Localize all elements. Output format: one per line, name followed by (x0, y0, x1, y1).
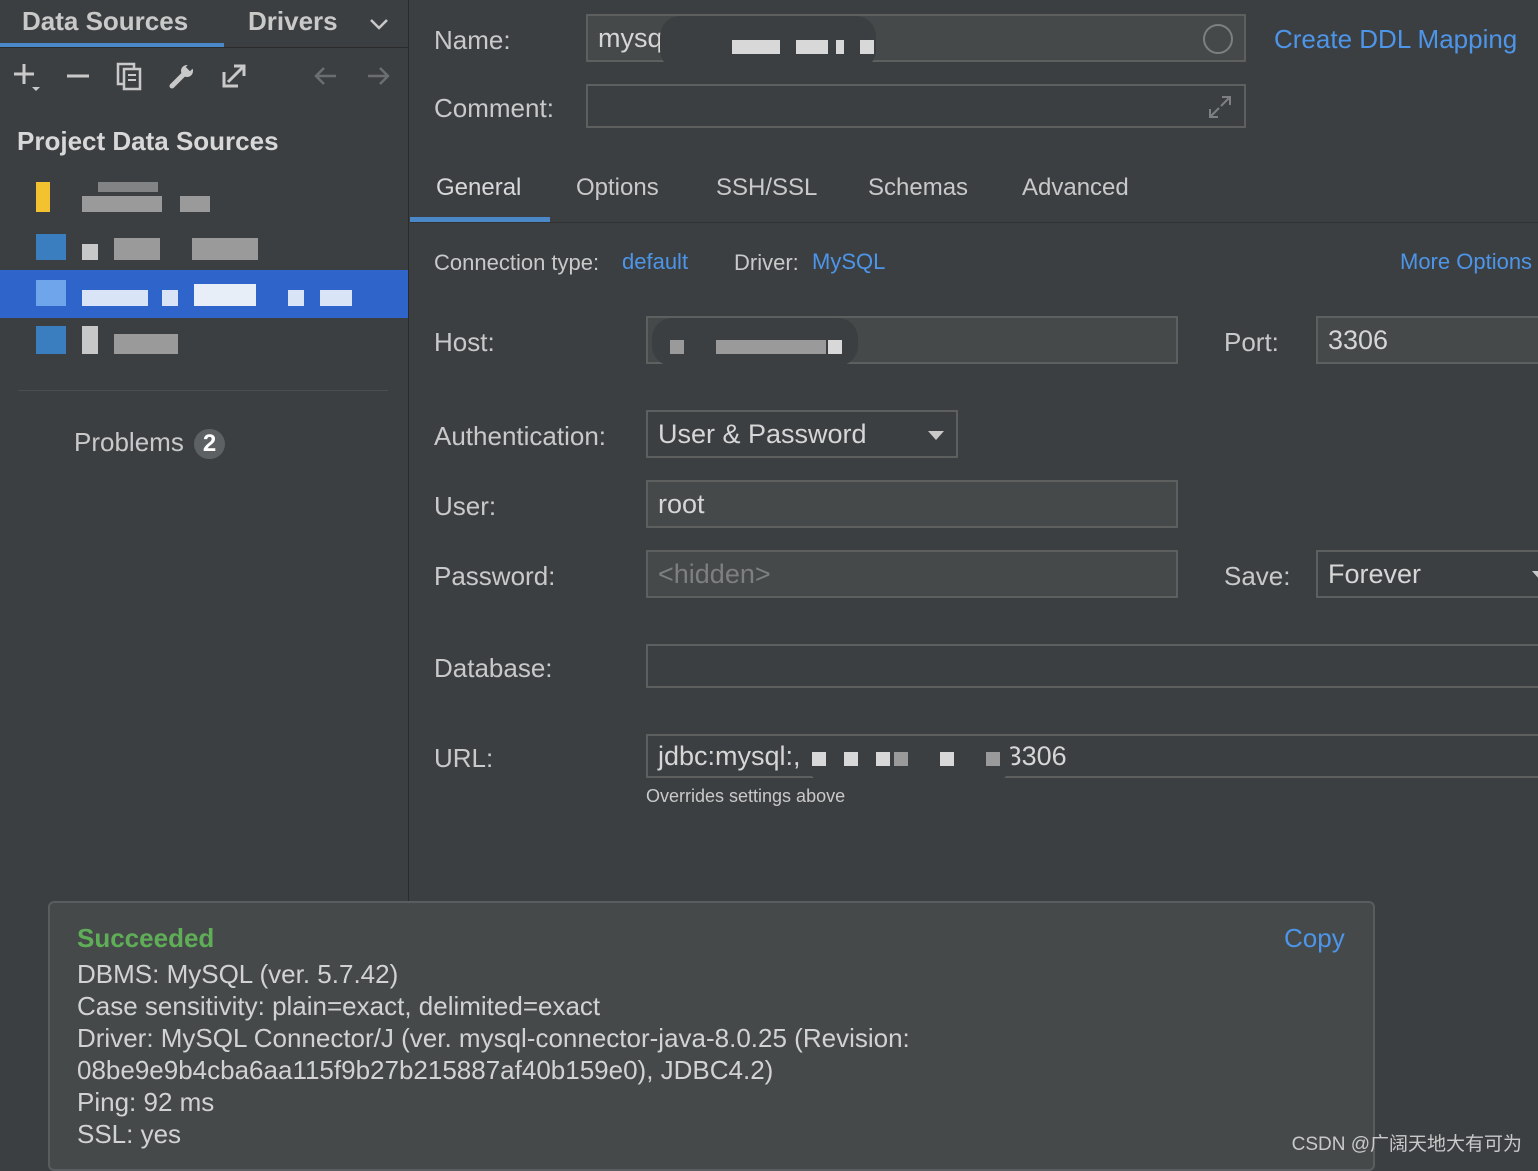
datasource-icon (36, 326, 66, 354)
back-arrow-icon[interactable] (310, 60, 342, 92)
authentication-dropdown[interactable]: User & Password (646, 410, 958, 458)
tree-item[interactable] (0, 320, 408, 368)
url-label: URL: (434, 743, 494, 773)
url-hint: Overrides settings above (646, 786, 846, 806)
datasource-icon (36, 234, 66, 260)
driver-link[interactable]: MySQL (812, 249, 885, 275)
redacted-text (806, 736, 1012, 782)
divider (410, 222, 1538, 223)
password-label: Password: (434, 561, 556, 591)
authentication-value: User & Password (658, 418, 867, 449)
wrench-icon[interactable] (166, 60, 198, 92)
tree-item[interactable] (0, 224, 408, 272)
copy-link[interactable]: Copy (1284, 923, 1345, 954)
comment-field[interactable] (586, 84, 1246, 128)
database-field[interactable] (646, 644, 1538, 688)
redacted-text (652, 318, 858, 366)
datasource-icon (36, 182, 50, 212)
test-connection-result-popup: Succeeded Copy DBMS: MySQL (ver. 5.7.42)… (48, 901, 1375, 1171)
result-line: SSL: yes (77, 1119, 182, 1149)
tree-item-selected[interactable] (0, 270, 408, 318)
port-value: 3306 (1328, 324, 1389, 355)
problems-label: Problems (74, 427, 184, 457)
color-picker-icon[interactable] (1203, 24, 1233, 54)
result-line: Ping: 92 ms (77, 1087, 215, 1117)
host-label: Host: (434, 327, 495, 357)
chevron-down-icon[interactable] (367, 12, 391, 36)
more-options-link[interactable]: More Options (1400, 249, 1532, 275)
problems-count-badge: 2 (193, 429, 226, 459)
authentication-label: Authentication: (434, 421, 607, 451)
driver-label: Driver: (734, 250, 799, 275)
tab-general[interactable]: General (436, 174, 521, 202)
remove-icon[interactable] (62, 60, 94, 92)
connection-type-label: Connection type: (434, 250, 600, 275)
duplicate-icon[interactable] (114, 60, 146, 92)
tab-options[interactable]: Options (576, 174, 659, 202)
password-placeholder: <hidden> (658, 558, 771, 589)
save-value: Forever (1328, 558, 1422, 589)
connection-type-link[interactable]: default (622, 249, 688, 275)
watermark: CSDN @广阔天地大有可为 (1291, 1134, 1522, 1155)
dropdown-arrow-icon (928, 431, 944, 440)
name-value: mysq (598, 22, 663, 53)
password-field[interactable]: <hidden> (646, 550, 1178, 598)
user-label: User: (434, 491, 497, 521)
divider (18, 390, 388, 391)
url-prefix: jdbc:mysql:, (658, 740, 801, 771)
divider (0, 47, 408, 48)
result-line: Case sensitivity: plain=exact, delimited… (77, 991, 601, 1021)
comment-label: Comment: (434, 93, 554, 123)
result-line: DBMS: MySQL (ver. 5.7.42) (77, 959, 399, 989)
create-ddl-mapping-link[interactable]: Create DDL Mapping (1274, 24, 1517, 55)
save-dropdown[interactable]: Forever (1316, 550, 1538, 598)
forward-arrow-icon[interactable] (362, 60, 394, 92)
result-title: Succeeded (77, 923, 215, 953)
result-line: 08be9e9b4cba6aa115f9b27b215887af40b159e0… (77, 1055, 774, 1085)
database-label: Database: (434, 653, 553, 683)
jump-to-source-icon[interactable] (218, 60, 250, 92)
tab-ssh-ssl[interactable]: SSH/SSL (716, 174, 817, 202)
port-label: Port: (1224, 327, 1279, 357)
url-field[interactable]: jdbc:mysql:, 3306 (646, 734, 1538, 778)
port-field[interactable]: 3306 (1316, 316, 1538, 364)
url-suffix: 3306 (1006, 740, 1067, 771)
problems-link[interactable]: Problems 2 (74, 427, 226, 459)
dropdown-arrow-icon (1532, 571, 1538, 580)
user-field[interactable]: root (646, 480, 1178, 528)
tree-item[interactable] (0, 172, 408, 220)
result-line: Driver: MySQL Connector/J (ver. mysql-co… (77, 1023, 910, 1053)
user-value: root (658, 488, 705, 519)
tab-schemas[interactable]: Schemas (868, 174, 968, 202)
expand-icon[interactable] (1207, 94, 1233, 120)
datasource-icon (36, 280, 66, 306)
redacted-text (660, 16, 876, 70)
tab-advanced[interactable]: Advanced (1022, 174, 1129, 202)
tab-drivers[interactable]: Drivers (248, 6, 338, 37)
name-label: Name: (434, 25, 511, 55)
save-label: Save: (1224, 561, 1291, 591)
add-icon[interactable] (10, 60, 42, 92)
section-title: Project Data Sources (17, 126, 279, 156)
tab-data-sources[interactable]: Data Sources (22, 6, 188, 37)
